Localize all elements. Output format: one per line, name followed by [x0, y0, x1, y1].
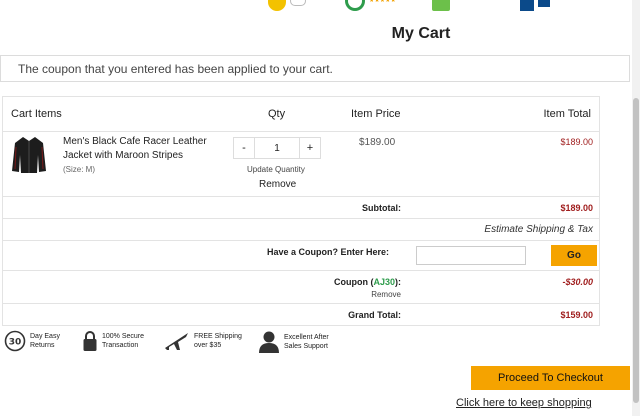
privacy-badge — [432, 0, 450, 12]
remove-coupon-link[interactable]: Remove — [371, 290, 401, 299]
feature-badges: 30 Day Easy Returns 100% Secure Transactio… — [4, 330, 364, 360]
feature-returns: 30 Day Easy Returns — [4, 330, 60, 352]
coupon-entry-label: Have a Coupon? Enter Here: — [266, 247, 389, 257]
item-total: $189.00 — [560, 137, 593, 147]
applied-coupon-row: Coupon (AJ30): Remove -$30.00 — [3, 271, 599, 304]
feature-returns-line1: Day Easy — [30, 333, 60, 340]
feature-support: Excellent After Sales Support — [258, 330, 329, 354]
grand-total-row: Grand Total: $159.00 — [3, 304, 599, 326]
feature-shipping: FREE Shipping over $35 — [164, 330, 242, 352]
privacy-icon — [432, 0, 450, 11]
increase-qty-button[interactable]: + — [299, 137, 321, 159]
apply-coupon-button[interactable]: Go — [551, 245, 597, 266]
keep-shopping-link[interactable]: Click here to keep shopping — [456, 397, 592, 409]
bbb-icon — [520, 0, 534, 11]
grand-total-value: $159.00 — [560, 310, 593, 320]
coupon-entry-row: Have a Coupon? Enter Here: Go — [3, 241, 599, 271]
coupon-input[interactable] — [416, 246, 526, 265]
remove-item-link[interactable]: Remove — [259, 179, 296, 190]
trust-badges: ★★★★★ — [0, 0, 640, 12]
jacket-thumbnail[interactable] — [11, 135, 47, 175]
applied-coupon-label: Coupon (AJ30): — [334, 277, 401, 287]
feature-secure-line2: Transaction — [102, 342, 139, 349]
feature-support-line2: Sales Support — [284, 343, 328, 350]
shield-icon — [268, 0, 286, 11]
grand-total-label: Grand Total: — [348, 310, 401, 320]
feature-shipping-line2: over $35 — [194, 342, 222, 349]
svg-text:30: 30 — [9, 338, 22, 348]
30-day-returns-icon: 30 — [4, 330, 26, 352]
airplane-icon — [165, 333, 188, 350]
product-size: (Size: M) — [63, 165, 95, 174]
subtotal-value: $189.00 — [560, 203, 593, 213]
proceed-to-checkout-button[interactable]: Proceed To Checkout — [471, 366, 630, 390]
item-price: $189.00 — [359, 137, 396, 148]
trusted-store-badge: ★★★★★ — [345, 0, 396, 12]
secured-badge-art — [290, 0, 306, 6]
shipping-row: Estimate Shipping & Tax — [3, 219, 599, 241]
coupon-prefix: Coupon ( — [333, 277, 374, 287]
product-name[interactable]: Men's Black Cafe Racer Leather Jacket wi… — [63, 136, 207, 161]
bbb-badge — [520, 0, 550, 12]
padlock-icon — [83, 331, 97, 351]
coupon-applied-notice: The coupon that you entered has been app… — [0, 55, 630, 82]
update-quantity-link[interactable]: Update Quantity — [247, 165, 305, 174]
feature-returns-line2: Returns — [30, 342, 55, 349]
subtotal-label: Subtotal: — [362, 203, 401, 213]
page-scrollbar[interactable] — [632, 0, 640, 416]
scrollbar-thumb[interactable] — [633, 98, 639, 403]
secured-badge — [268, 0, 306, 12]
cart-table: Cart Items Qty Item Price Item Total Men… — [2, 96, 600, 326]
bbb-badge-art — [538, 0, 550, 7]
product-name-link[interactable]: Men's Black Cafe Racer Leather Jacket wi… — [63, 135, 223, 177]
quantity-input[interactable]: 1 — [255, 137, 299, 159]
feature-secure-line1: 100% Secure — [102, 333, 145, 340]
coupon-code: AJ30 — [373, 277, 395, 287]
stars-icon: ★★★★★ — [369, 0, 396, 4]
subtotal-row: Subtotal: $189.00 — [3, 197, 599, 219]
trusted-store-icon — [345, 0, 365, 11]
coupon-suffix: ): — [395, 277, 401, 287]
feature-secure: 100% Secure Transaction — [82, 330, 144, 352]
coupon-discount: -$30.00 — [562, 277, 593, 287]
decrease-qty-button[interactable]: - — [233, 137, 255, 159]
estimate-shipping-link[interactable]: Estimate Shipping & Tax — [484, 224, 593, 235]
quantity-stepper: - 1 + — [233, 137, 321, 159]
cart-item-row: Men's Black Cafe Racer Leather Jacket wi… — [3, 97, 599, 197]
feature-support-line1: Excellent After — [284, 334, 329, 341]
feature-shipping-line1: FREE Shipping — [194, 333, 242, 340]
page-title: My Cart — [391, 25, 451, 42]
support-agent-icon — [259, 331, 279, 353]
